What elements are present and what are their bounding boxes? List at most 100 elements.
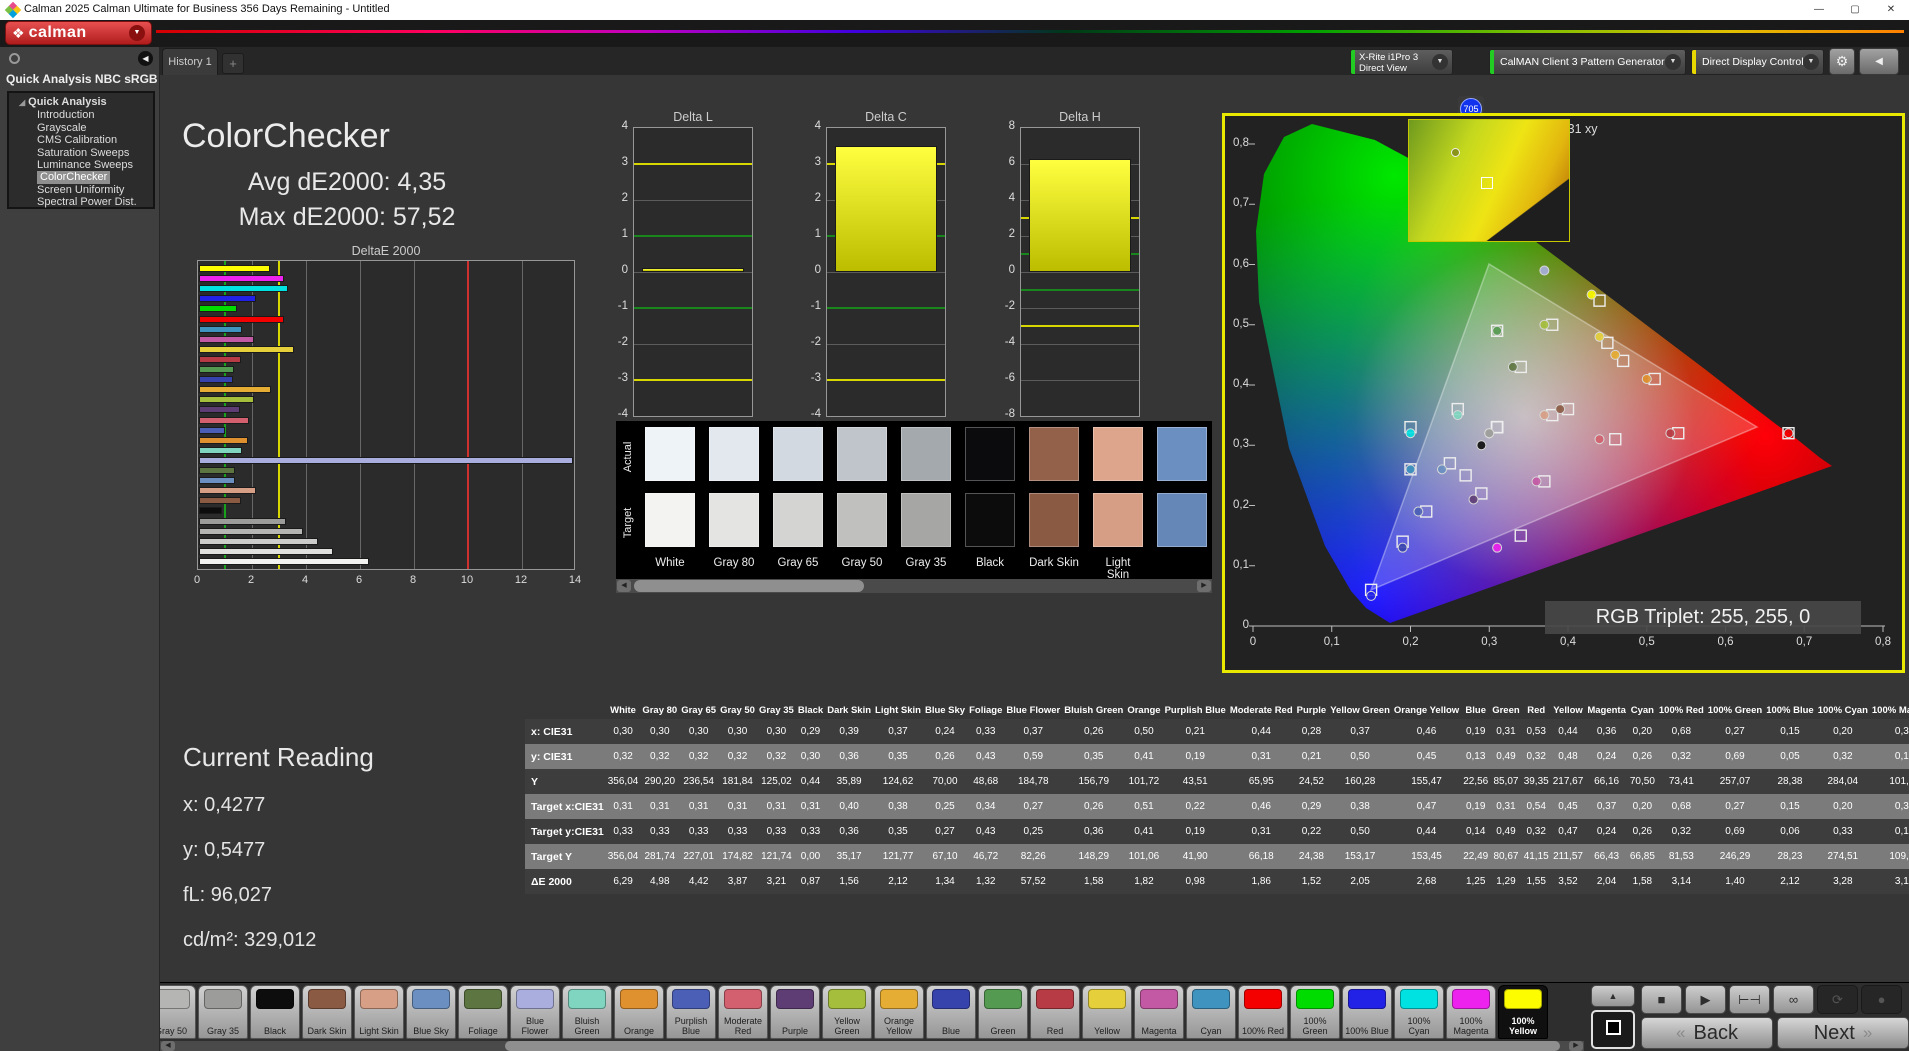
mini-y-tick: 4: [795, 120, 821, 132]
pattern-button-label: 100% Red: [1241, 1027, 1285, 1037]
table-cell: 0,68: [1657, 719, 1706, 744]
deltae-bar-magenta: [199, 336, 254, 343]
panel-collapse-icon[interactable]: ◀: [1859, 48, 1899, 75]
sidebar-item-grayscale[interactable]: Grayscale: [9, 122, 153, 134]
current-reading-fl: fL: 96,027: [183, 884, 272, 907]
record-session-icon[interactable]: [9, 53, 20, 64]
table-cell: 0,38: [1328, 794, 1392, 819]
mini-gridline: [1021, 272, 1139, 273]
arrow-right-icon[interactable]: ▶: [1197, 580, 1211, 592]
arrow-right-icon[interactable]: ▶: [1569, 1041, 1583, 1051]
table-cell: 0,39: [825, 719, 873, 744]
meter-dropdown[interactable]: X-Rite i1Pro 3 Direct View ▼: [1350, 49, 1453, 75]
table-cell: 0,35: [873, 819, 923, 844]
pattern-button-gray-50[interactable]: Gray 50: [160, 985, 196, 1039]
add-tab-button[interactable]: +: [222, 53, 244, 74]
close-icon[interactable]: ✕: [1873, 0, 1909, 20]
pattern-button-moderate-red[interactable]: Moderate Red: [718, 985, 768, 1039]
stop-icon[interactable]: ■: [1641, 985, 1682, 1014]
pattern-button-100-yellow[interactable]: 100% Yellow: [1498, 985, 1548, 1039]
pattern-generator-dropdown[interactable]: CalMAN Client 3 Pattern Generator ▼: [1489, 49, 1686, 75]
pattern-button-magenta[interactable]: Magenta: [1134, 985, 1184, 1039]
pattern-button-foliage[interactable]: Foliage: [458, 985, 508, 1039]
target-swatch-white: [645, 493, 695, 547]
sidebar-item-luminance-sweeps[interactable]: Luminance Sweeps: [9, 159, 153, 171]
pattern-button-blue[interactable]: Blue: [926, 985, 976, 1039]
table-cell: 0,38: [873, 794, 923, 819]
table-cell: 2,05: [1328, 869, 1392, 894]
sidebar-item-screen-uniformity[interactable]: Screen Uniformity: [9, 184, 153, 196]
pattern-button-100-magenta[interactable]: 100% Magenta: [1446, 985, 1496, 1039]
sidebar-item-label: ColorChecker: [37, 171, 110, 183]
pattern-button-gray-35[interactable]: Gray 35: [198, 985, 248, 1039]
pattern-scroll-thumb[interactable]: [505, 1041, 1560, 1051]
pattern-window-icon[interactable]: ⊢⊣: [1729, 985, 1770, 1014]
pattern-button-green[interactable]: Green: [978, 985, 1028, 1039]
pattern-button-purple[interactable]: Purple: [770, 985, 820, 1039]
pattern-button-light-skin[interactable]: Light Skin: [354, 985, 404, 1039]
pattern-button-yellow-green[interactable]: Yellow Green: [822, 985, 872, 1039]
table-cell: 4,42: [679, 869, 718, 894]
pattern-button-label: Blue Sky: [409, 1027, 453, 1037]
arrow-up-icon[interactable]: ▲: [1591, 985, 1635, 1007]
arrow-left-icon[interactable]: ◀: [617, 580, 631, 592]
pattern-color-chip: [1504, 989, 1542, 1009]
tab-history-1[interactable]: History 1: [162, 48, 218, 75]
pattern-button-orange[interactable]: Orange: [614, 985, 664, 1039]
pattern-button-blue-flower[interactable]: Blue Flower: [510, 985, 560, 1039]
minimize-icon[interactable]: —: [1801, 0, 1837, 20]
pattern-button-100-red[interactable]: 100% Red: [1238, 985, 1288, 1039]
sidebar-item-saturation-sweeps[interactable]: Saturation Sweeps: [9, 147, 153, 159]
sidebar-item-colorchecker[interactable]: ColorChecker: [9, 171, 153, 183]
display-control-dropdown[interactable]: Direct Display Control ▼: [1691, 49, 1824, 75]
column-header: Blue Flower: [1004, 702, 1062, 719]
table-cell: 1,58: [1628, 869, 1657, 894]
pattern-button-100-blue[interactable]: 100% Blue: [1342, 985, 1392, 1039]
table-cell: 174,82: [718, 844, 757, 869]
sidebar-collapse-icon[interactable]: ◀: [138, 51, 153, 66]
pattern-button-yellow[interactable]: Yellow: [1082, 985, 1132, 1039]
swatch-scrollbar[interactable]: ◀ ▶: [616, 579, 1212, 593]
cie-x-tick: 0,5: [1632, 636, 1662, 648]
actual-swatch-dark-skin: [1029, 427, 1079, 481]
sidebar-item-cms-calibration[interactable]: CMS Calibration: [9, 134, 153, 146]
pattern-button-orange-yellow[interactable]: Orange Yellow: [874, 985, 924, 1039]
cie-y-tick: 0,4: [1225, 378, 1249, 390]
next-button[interactable]: Next »: [1777, 1017, 1909, 1049]
table-cell: 0,44: [1551, 719, 1586, 744]
table-cell: 0,15: [1870, 819, 1909, 844]
pattern-button-bluish-green[interactable]: Bluish Green: [562, 985, 612, 1039]
arrow-left-icon[interactable]: ◀: [161, 1041, 175, 1051]
blank-pattern-button[interactable]: [1591, 1010, 1635, 1049]
pattern-bar-scrollbar[interactable]: ◀ ▶: [160, 1041, 1584, 1051]
table-cell: 0,13: [1461, 744, 1490, 769]
pattern-button-red[interactable]: Red: [1030, 985, 1080, 1039]
sidebar-item-introduction[interactable]: Introduction: [9, 109, 153, 121]
pattern-button-100-cyan[interactable]: 100% Cyan: [1394, 985, 1444, 1039]
pattern-button-purplish-blue[interactable]: Purplish Blue: [666, 985, 716, 1039]
gear-icon[interactable]: ⚙: [1829, 48, 1855, 75]
swatch-scroll-thumb[interactable]: [634, 580, 864, 592]
table-header-row: WhiteGray 80Gray 65Gray 50Gray 35BlackDa…: [525, 702, 1909, 719]
back-button[interactable]: « Back: [1641, 1017, 1773, 1049]
pattern-button-blue-sky[interactable]: Blue Sky: [406, 985, 456, 1039]
maximize-icon[interactable]: ▢: [1837, 0, 1873, 20]
pattern-button-dark-skin[interactable]: Dark Skin: [302, 985, 352, 1039]
pattern-button-cyan[interactable]: Cyan: [1186, 985, 1236, 1039]
calman-menu-button[interactable]: ❖ calman ▼: [5, 21, 152, 45]
tree-root[interactable]: ◢Quick Analysis: [9, 96, 153, 109]
target-swatch-gray-80: [709, 493, 759, 547]
table-cell: 0,40: [825, 794, 873, 819]
current-reading-x: x: 0,4277: [183, 794, 265, 817]
table-cell: 46,72: [967, 844, 1004, 869]
table-cell: 0,37: [1004, 719, 1062, 744]
mini-chart-title: Delta C: [826, 110, 946, 124]
table-cell: 0,68: [1657, 794, 1706, 819]
loop-icon[interactable]: ∞: [1773, 985, 1814, 1014]
table-cell: 160,28: [1328, 769, 1392, 794]
pattern-button-100-green[interactable]: 100% Green: [1290, 985, 1340, 1039]
table-cell: 0,26: [1628, 819, 1657, 844]
pattern-button-black[interactable]: Black: [250, 985, 300, 1039]
sidebar-item-spectral-power-dist-[interactable]: Spectral Power Dist.: [9, 196, 153, 208]
play-icon[interactable]: ▶: [1685, 985, 1726, 1014]
